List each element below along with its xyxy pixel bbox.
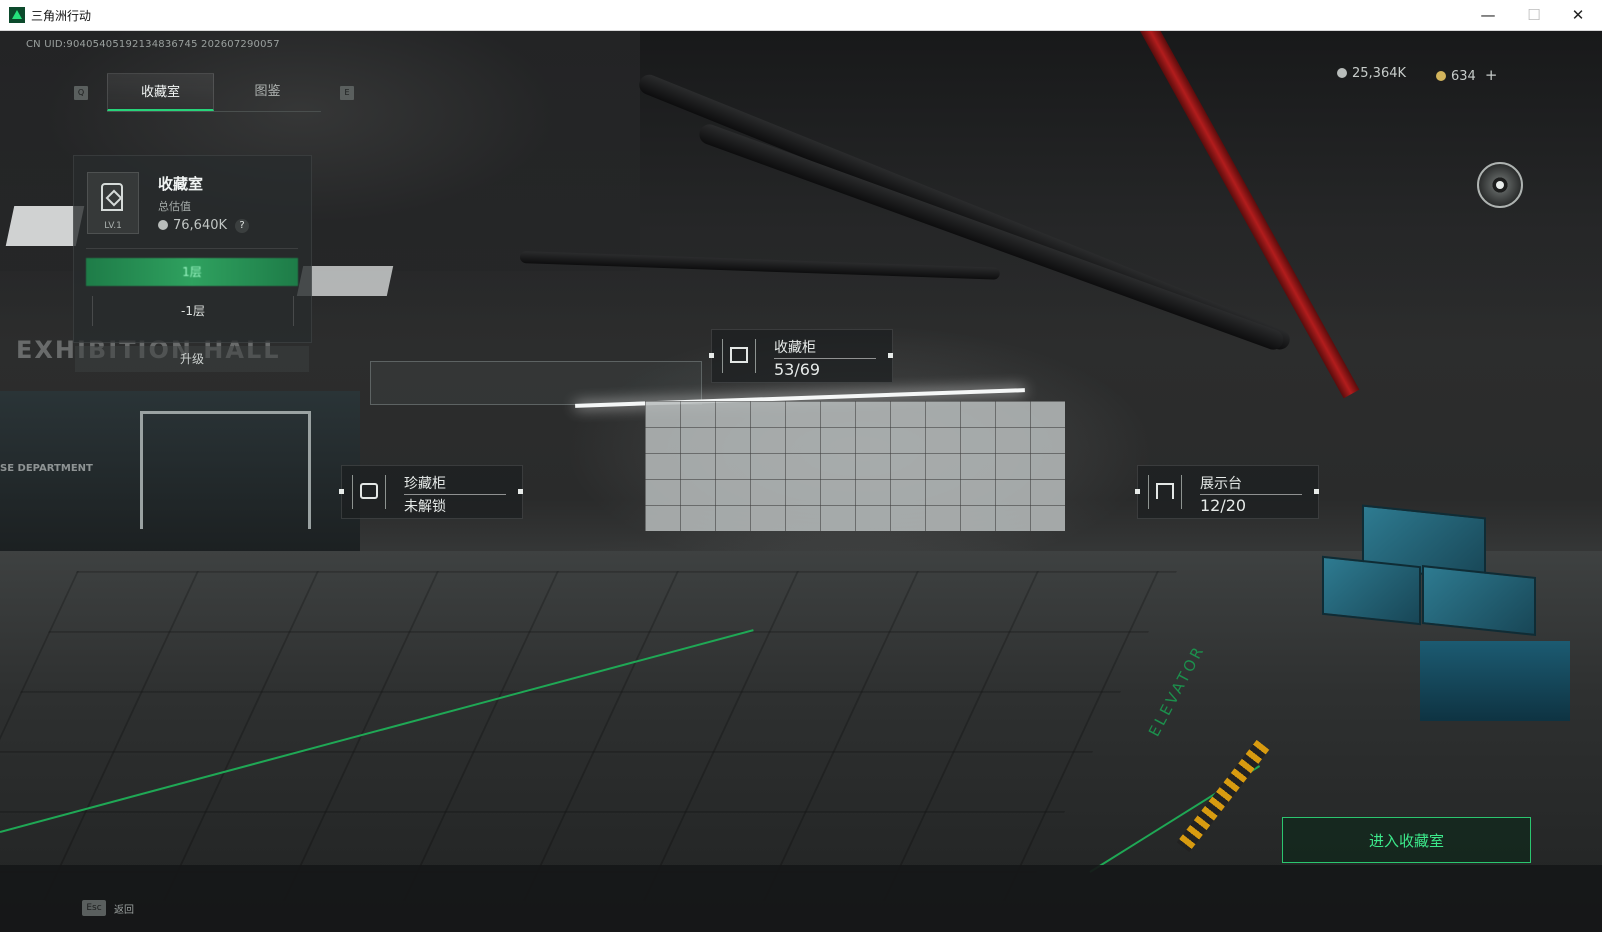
scene-frame [140, 411, 311, 529]
scene-floor-grid [0, 571, 1177, 901]
currency-silver-value: 25,364K [1352, 66, 1407, 81]
bottom-bar [0, 865, 1602, 932]
app-logo-icon [9, 7, 25, 23]
silver-coin-icon [1337, 68, 1347, 78]
treasure-cabinet-icon [352, 475, 386, 509]
close-window-button[interactable]: ✕ [1556, 2, 1600, 29]
callout-display-stand[interactable]: 展示台 12/20 [1135, 465, 1319, 519]
room-estimate: 76,640K? [158, 218, 250, 233]
minimize-button[interactable]: — [1466, 2, 1510, 29]
floor-option-1[interactable]: 1层 [86, 258, 298, 286]
help-icon[interactable]: ? [235, 219, 250, 233]
callout-value: 12/20 [1200, 496, 1247, 515]
cabinet-icon [722, 339, 756, 373]
callout-anchor [888, 353, 893, 358]
upgrade-button[interactable]: 升级 [75, 346, 309, 372]
collection-room-panel: LV.1 收藏室 总估值 76,640K? 1层 -1层 [73, 155, 312, 343]
callout-value: 未解锁 [404, 499, 446, 515]
callout-anchor [1314, 489, 1319, 494]
game-viewport[interactable]: EXHIBITION HALL SE DEPARTMENT ELEVATOR C… [0, 31, 1602, 932]
esc-key-hint[interactable]: Esc [82, 900, 106, 916]
callout-name: 展示台 [1200, 476, 1242, 492]
scene-monitor [1322, 555, 1421, 626]
callout-anchor [709, 353, 714, 358]
display-stand-icon [1148, 475, 1182, 509]
tab-next-key-hint: E [340, 86, 354, 100]
tab-prev-key-hint: Q [74, 86, 88, 100]
camera-view-icon[interactable] [1477, 162, 1523, 208]
callout-treasure-cabinet[interactable]: 珍藏柜 未解锁 [339, 465, 523, 519]
callout-anchor [339, 489, 344, 494]
tab-collection-room[interactable]: 收藏室 [107, 73, 214, 111]
player-uid: CN UID:9040540519213483674​5 20260729005… [26, 39, 280, 50]
room-badge: LV.1 [87, 172, 139, 234]
callout-value: 53/69 [774, 360, 821, 379]
scene-department-sign: SE DEPARTMENT [0, 463, 93, 474]
room-title: 收藏室 [158, 175, 204, 193]
gold-coin-icon [1436, 71, 1446, 81]
callout-divider [774, 358, 876, 359]
room-estimate-value: 76,640K [173, 218, 228, 233]
currency-gold: 634 + [1436, 66, 1497, 84]
floor-option-basement[interactable]: -1层 [92, 296, 294, 326]
scene-monitor [1422, 565, 1536, 636]
scene-cabinet-wall [645, 401, 1065, 531]
back-label[interactable]: 返回 [114, 901, 134, 916]
maximize-button[interactable]: ☐ [1512, 2, 1556, 29]
scene-mezzanine [370, 361, 702, 405]
add-currency-button[interactable]: + [1485, 66, 1498, 84]
window-titlebar: 三角洲行动 — ☐ ✕ [0, 0, 1602, 31]
scene-equipment-rack [1420, 641, 1570, 721]
callout-divider [1200, 494, 1302, 495]
silver-coin-icon [158, 220, 168, 230]
callout-anchor [518, 489, 523, 494]
currency-silver: 25,364K [1337, 66, 1406, 81]
callout-collection-cabinet[interactable]: 收藏柜 53/69 [709, 329, 893, 383]
callout-name: 收藏柜 [774, 340, 816, 356]
main-tabs: 收藏室 图鉴 [107, 73, 321, 112]
callout-anchor [1135, 489, 1140, 494]
callout-name: 珍藏柜 [404, 476, 446, 492]
enter-collection-room-button[interactable]: 进入收藏室 [1282, 817, 1531, 863]
callout-divider [404, 494, 506, 495]
room-estimate-label: 总估值 [158, 200, 191, 213]
room-level: LV.1 [104, 221, 122, 231]
tab-codex[interactable]: 图鉴 [214, 73, 321, 111]
panel-divider [86, 248, 298, 249]
window-title: 三角洲行动 [31, 9, 92, 23]
vault-icon [101, 183, 123, 211]
currency-gold-value: 634 [1451, 69, 1476, 84]
